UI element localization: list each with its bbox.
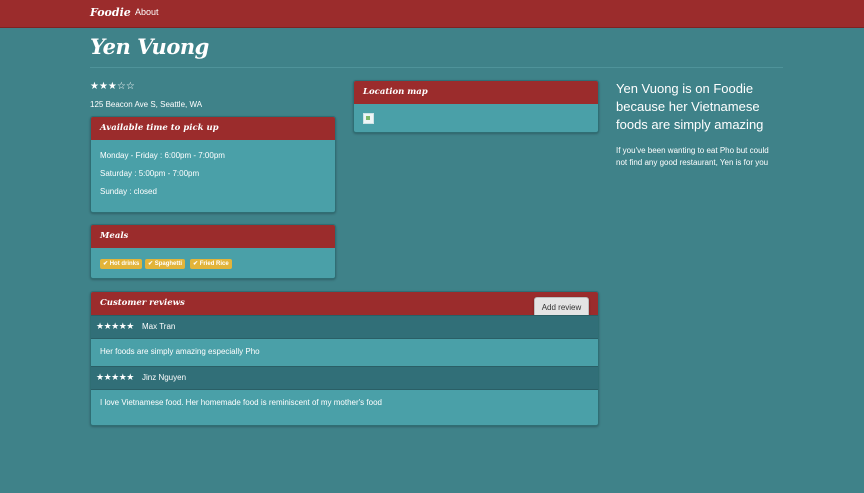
review-stars: ★★★★★ [96, 321, 134, 331]
meal-tag-fried-rice: ✔ Fried Rice [190, 259, 232, 269]
top-navbar: Foodie About [0, 0, 864, 28]
review-header: ★★★★★ Jinz Nguyen [91, 366, 598, 390]
review-text: Her foods are simply amazing especially … [100, 347, 260, 356]
meals-panel-title: Meals [100, 231, 129, 241]
hours-panel: Available time to pick up Monday - Frida… [90, 116, 336, 213]
reviews-panel: Customer reviews Add review ★★★★★ Max Tr… [90, 291, 599, 426]
hours-panel-title: Available time to pick up [100, 123, 219, 133]
rating-stars: ★★★☆☆ [90, 81, 135, 92]
map-panel-heading: Location map [354, 81, 598, 104]
brand-link[interactable]: Foodie [90, 6, 131, 19]
meals-panel-heading: Meals [91, 225, 335, 248]
meals-panel: Meals ✔ Hot drinks ✔ Spaghetti ✔ Fried R… [90, 224, 336, 279]
reviewer-name: Max Tran [142, 322, 176, 331]
review-stars: ★★★★★ [96, 372, 134, 382]
reviews-panel-heading: Customer reviews [91, 292, 598, 315]
nav-link-about[interactable]: About [135, 7, 159, 17]
hours-panel-heading: Available time to pick up [91, 117, 335, 140]
map-panel-title: Location map [363, 87, 428, 97]
side-description: If you've been wanting to eat Pho but co… [616, 146, 769, 167]
broken-image-icon [363, 113, 374, 124]
page-title: Yen Vuong [90, 34, 209, 59]
reviewer-name: Jinz Nguyen [142, 373, 187, 382]
review-header: ★★★★★ Max Tran [91, 315, 598, 339]
title-divider [90, 67, 783, 68]
hours-line-sunday: Sunday : closed [100, 187, 157, 196]
address-text: 125 Beacon Ave S, Seattle, WA [90, 100, 203, 109]
hours-line-weekdays: Monday - Friday : 6:00pm - 7:00pm [100, 151, 225, 160]
map-panel: Location map [353, 80, 599, 133]
meal-tag-hot-drinks: ✔ Hot drinks [100, 259, 143, 269]
review-text: I love Vietnamese food. Her homemade foo… [100, 398, 382, 407]
reviews-panel-title: Customer reviews [100, 298, 185, 308]
side-heading: Yen Vuong is on Foodie because her Vietn… [616, 81, 764, 132]
meal-tag-spaghetti: ✔ Spaghetti [145, 259, 186, 269]
hours-line-saturday: Saturday : 5:00pm - 7:00pm [100, 169, 200, 178]
